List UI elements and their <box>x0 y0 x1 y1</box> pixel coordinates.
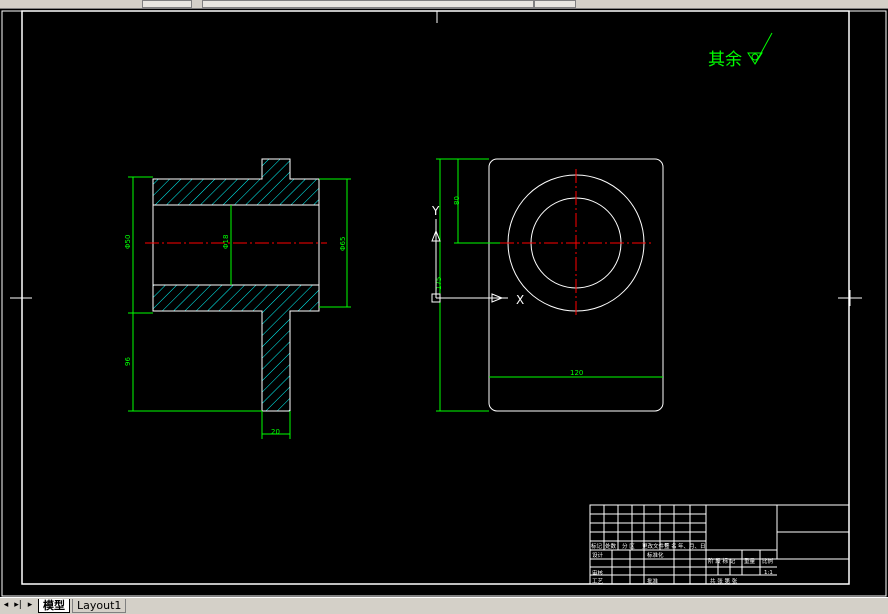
tb-count: 处数 <box>605 542 617 550</box>
tb-approve: 批准 <box>647 577 659 585</box>
toolbar-button-group[interactable] <box>142 0 192 8</box>
drawing-canvas[interactable]: 其余 Φ50 Φ18 Φ65 96 20 80 175 120 Y X 标记 处… <box>0 9 888 597</box>
tb-scale-value: 1:1 <box>764 570 773 576</box>
roughness-circle-icon <box>751 53 759 61</box>
ucs-x-label: X <box>516 293 524 307</box>
sheet-frame <box>1 10 887 597</box>
ucs-y-label: Y <box>431 204 440 218</box>
tb-date: 年、月、日 <box>678 542 706 550</box>
toolbar-button-group[interactable] <box>202 0 534 8</box>
dim-flange-thickness-label: 20 <box>271 428 280 436</box>
dim-inner-label: Φ18 <box>222 235 230 249</box>
tb-scale-label: 比例 <box>762 557 774 565</box>
tab-layout1[interactable]: Layout1 <box>72 599 127 613</box>
toolbar <box>0 0 888 9</box>
toolbar-button-group[interactable] <box>534 0 576 8</box>
tb-signature: 签 名 <box>664 542 677 550</box>
tab-scroll-first-icon[interactable]: ▸| <box>13 600 23 611</box>
roughness-note-text: 其余 <box>708 50 742 70</box>
dim-width-label: 120 <box>570 369 583 377</box>
tb-review: 审核 <box>592 569 604 577</box>
tb-mark: 标记 <box>591 542 603 550</box>
section-view[interactable] <box>145 158 327 412</box>
roughness-tick-icon <box>754 32 773 65</box>
drawing-svg: 其余 Φ50 Φ18 Φ65 96 20 80 175 120 Y X 标记 处… <box>1 10 887 597</box>
tb-zone: 分 区 <box>622 542 635 550</box>
tb-sheets: 共 张 第 张 <box>710 577 738 585</box>
tab-scroll-right-icon[interactable]: ▸ <box>25 600 35 611</box>
ucs-icon <box>431 219 508 303</box>
tb-process: 工艺 <box>592 578 604 585</box>
dim-flange-height-label: 96 <box>124 357 132 366</box>
tb-standardize: 标准化 <box>647 551 664 559</box>
tb-stage-label: 阶 段 标 记 <box>708 557 736 565</box>
dim-hole-center-label: 80 <box>453 196 461 205</box>
tab-model[interactable]: 模型 <box>38 599 70 613</box>
roughness-note: 其余 <box>708 32 773 70</box>
dim-bore-label: Φ50 <box>124 235 132 249</box>
tb-weight-label: 重量 <box>744 557 756 565</box>
dim-flange-label: Φ65 <box>339 237 347 251</box>
layout-tab-bar: ◂ ▸| ▸ 模型 Layout1 <box>0 597 888 614</box>
tab-scroll-left-icon[interactable]: ◂ <box>1 600 11 611</box>
tb-design: 设计 <box>592 551 604 559</box>
